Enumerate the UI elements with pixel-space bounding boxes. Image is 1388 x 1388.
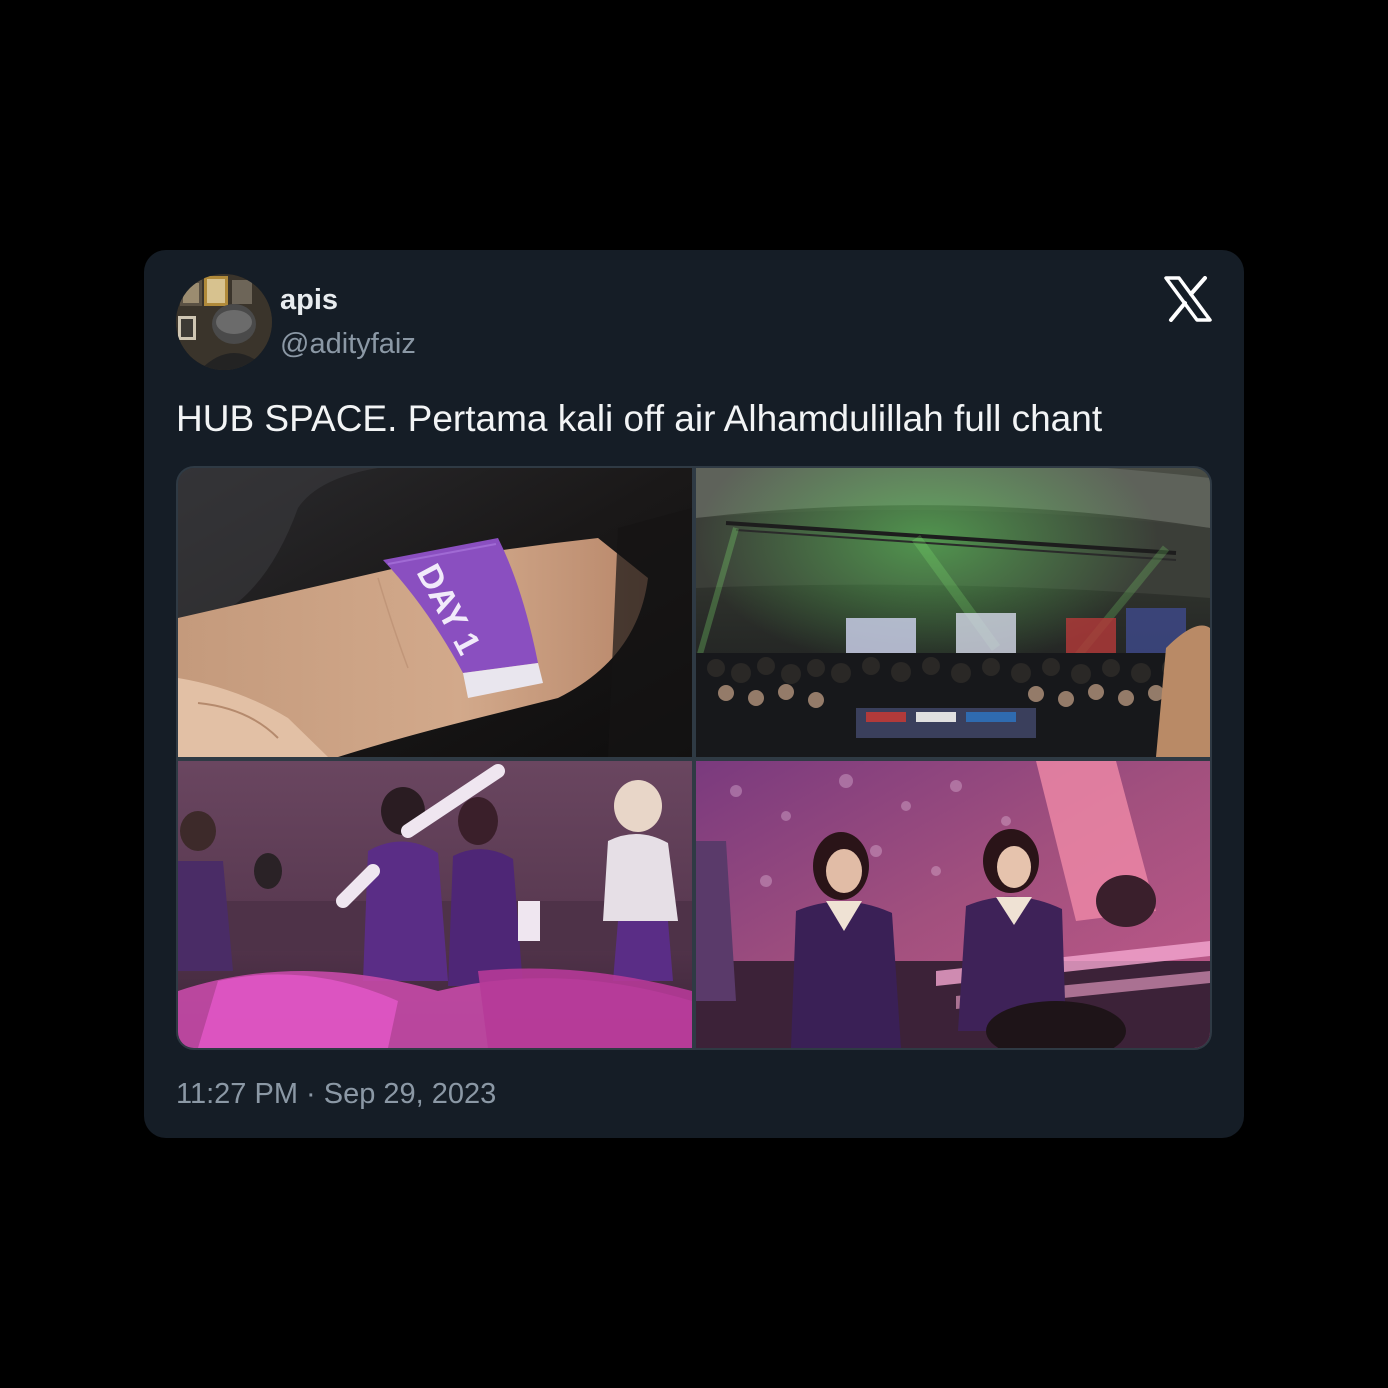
tweet-card: apis @adityfaiz HUB SPACE. Pertama kali … (144, 250, 1244, 1138)
photo-crowd-arena[interactable] (696, 468, 1210, 757)
avatar[interactable] (176, 274, 272, 370)
x-logo-icon[interactable] (1164, 276, 1212, 322)
photo-stage-performers[interactable] (178, 761, 692, 1048)
photo-wristband[interactable]: DAY 1 (178, 468, 692, 757)
user-handle[interactable]: @adityfaiz (280, 326, 416, 362)
tweet-text: HUB SPACE. Pertama kali off air Alhamdul… (176, 398, 1103, 439)
display-name[interactable]: apis (280, 282, 338, 318)
tweet-timestamp[interactable]: 11:27 PM · Sep 29, 2023 (176, 1076, 496, 1112)
media-grid: DAY 1 (176, 466, 1212, 1050)
photo-stage-closeup[interactable] (696, 761, 1210, 1048)
